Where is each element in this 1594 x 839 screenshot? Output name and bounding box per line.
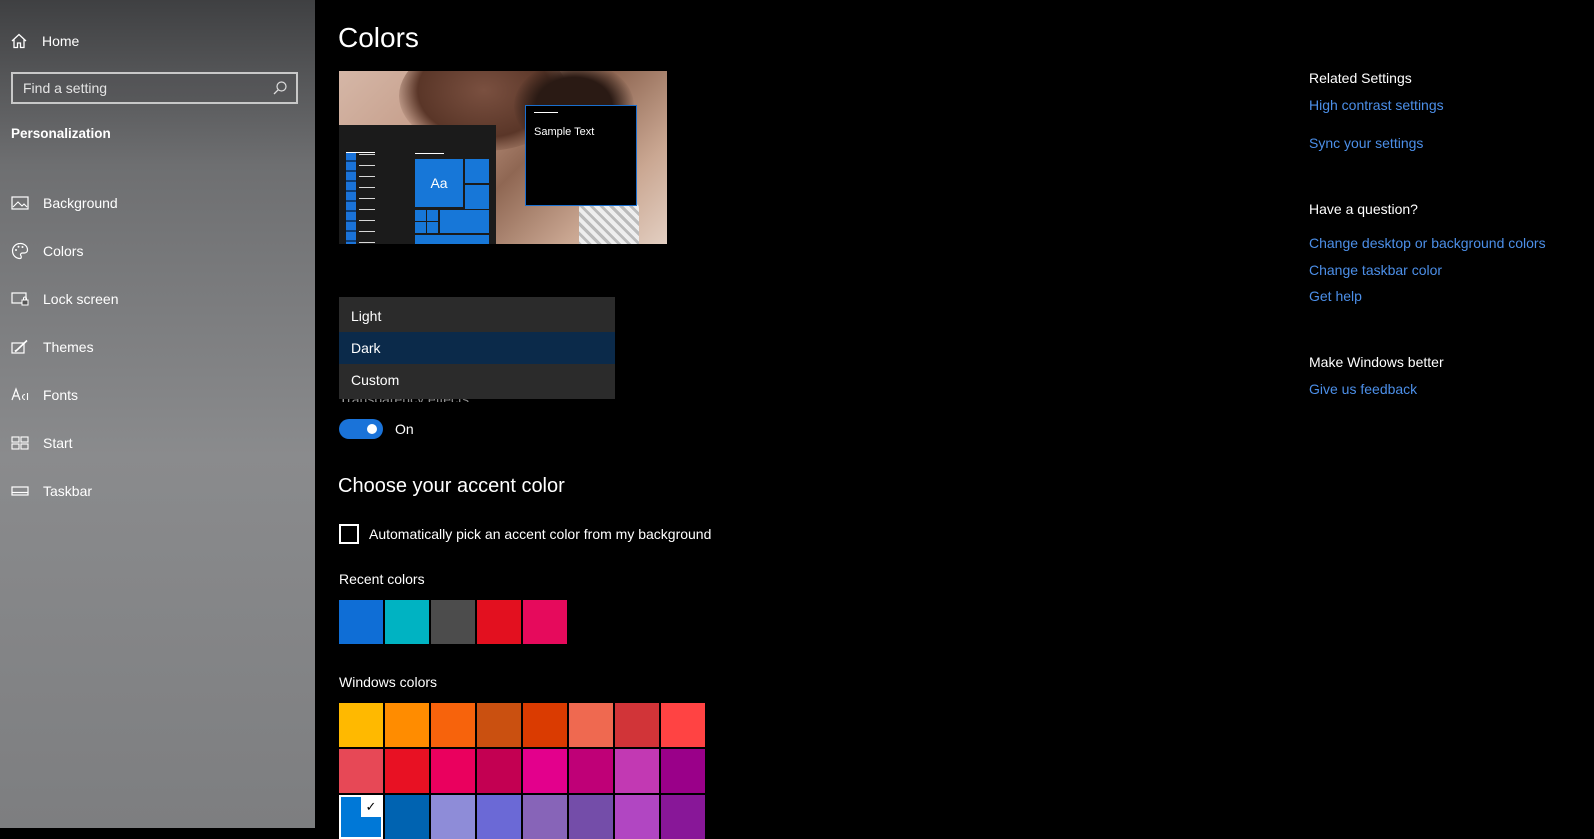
windows-color-swatch[interactable] [431, 795, 475, 839]
sidebar-item-label: Colors [43, 243, 84, 259]
windows-color-swatch[interactable] [569, 749, 613, 793]
recent-color-swatch[interactable] [523, 600, 567, 644]
sidebar-item-lock-screen[interactable]: Lock screen [0, 275, 315, 323]
windows-color-swatch[interactable] [523, 703, 567, 747]
sidebar-nav: Background Colors Lock screen Themes Fon… [0, 179, 315, 515]
section-title: Personalization [11, 126, 111, 141]
high-contrast-link[interactable]: High contrast settings [1309, 97, 1444, 113]
windows-color-swatch[interactable] [661, 703, 705, 747]
recent-color-swatch[interactable] [477, 600, 521, 644]
preview-start-menu: Aa [339, 125, 496, 244]
sidebar-item-themes[interactable]: Themes [0, 323, 315, 371]
start-icon [11, 434, 29, 452]
lock-screen-icon [11, 290, 29, 308]
windows-color-swatch[interactable] [615, 795, 659, 839]
theme-preview: Aa Sample Text [339, 71, 667, 244]
auto-pick-row[interactable]: Automatically pick an accent color from … [339, 524, 711, 544]
picture-icon [11, 194, 29, 212]
windows-color-swatch[interactable] [339, 703, 383, 747]
get-help-link[interactable]: Get help [1309, 288, 1362, 304]
windows-color-swatch[interactable] [339, 749, 383, 793]
sidebar-item-label: Background [43, 195, 118, 211]
sidebar-item-taskbar[interactable]: Taskbar [0, 467, 315, 515]
question-heading: Have a question? [1309, 201, 1418, 217]
palette-icon [11, 242, 29, 260]
preview-bar [346, 152, 375, 153]
sidebar-item-label: Fonts [43, 387, 79, 403]
preview-sample-text: Sample Text [534, 126, 595, 138]
sidebar-item-label: Start [43, 435, 73, 451]
accent-color-heading: Choose your accent color [338, 475, 565, 497]
windows-color-swatch[interactable] [661, 749, 705, 793]
checkmark-icon: ✓ [361, 797, 381, 817]
transparency-toggle[interactable] [339, 419, 383, 439]
preview-bar [415, 153, 444, 154]
sidebar-item-label: Taskbar [43, 483, 93, 499]
preview-bar [534, 112, 558, 113]
windows-color-swatch[interactable] [431, 749, 475, 793]
home-button[interactable]: Home [10, 30, 79, 52]
windows-color-swatch[interactable] [569, 795, 613, 839]
sidebar-item-label: Lock screen [43, 291, 119, 307]
dropdown-option-custom[interactable]: Custom [339, 364, 615, 396]
windows-color-swatch[interactable]: ✓ [339, 795, 383, 839]
page-title: Colors [338, 22, 419, 53]
feedback-heading: Make Windows better [1309, 354, 1444, 370]
toggle-state-label: On [395, 421, 414, 437]
sidebar: Home Personalization Background Colors L… [0, 0, 315, 828]
auto-pick-checkbox[interactable] [339, 524, 359, 544]
recent-color-swatch[interactable] [385, 600, 429, 644]
toggle-knob [367, 424, 377, 434]
recent-color-swatch[interactable] [339, 600, 383, 644]
font-icon [11, 386, 29, 404]
change-background-colors-link[interactable]: Change desktop or background colors [1309, 235, 1546, 251]
windows-color-swatch[interactable] [385, 703, 429, 747]
sidebar-item-fonts[interactable]: Fonts [0, 371, 315, 419]
windows-colors-label: Windows colors [339, 674, 438, 690]
transparency-toggle-row: On [339, 419, 414, 439]
auto-pick-label: Automatically pick an accent color from … [369, 526, 712, 542]
sync-settings-link[interactable]: Sync your settings [1309, 135, 1423, 151]
search-icon[interactable] [272, 80, 288, 96]
sidebar-item-colors[interactable]: Colors [0, 227, 315, 275]
windows-color-swatch[interactable] [385, 795, 429, 839]
recent-colors [339, 600, 569, 644]
preview-sample-window: Sample Text [525, 105, 637, 206]
dropdown-option-dark[interactable]: Dark [339, 332, 615, 364]
windows-color-swatch[interactable] [477, 795, 521, 839]
windows-color-swatch[interactable] [477, 703, 521, 747]
windows-color-swatch[interactable] [431, 703, 475, 747]
sidebar-item-background[interactable]: Background [0, 179, 315, 227]
sidebar-item-label: Themes [43, 339, 94, 355]
home-icon [10, 32, 28, 50]
brush-icon [11, 338, 29, 356]
change-taskbar-color-link[interactable]: Change taskbar color [1309, 262, 1442, 278]
preview-rail-lines [359, 154, 375, 244]
dropdown-option-light[interactable]: Light [339, 300, 615, 332]
windows-color-swatch[interactable] [661, 795, 705, 839]
search-box[interactable] [11, 72, 298, 104]
windows-color-swatch[interactable] [569, 703, 613, 747]
windows-color-swatch[interactable] [615, 703, 659, 747]
home-label: Home [42, 33, 80, 49]
windows-color-swatch[interactable] [523, 749, 567, 793]
sidebar-item-start[interactable]: Start [0, 419, 315, 467]
windows-color-swatch[interactable] [385, 749, 429, 793]
preview-rail [346, 152, 356, 244]
windows-color-swatch[interactable] [523, 795, 567, 839]
windows-color-swatch[interactable] [615, 749, 659, 793]
recent-color-swatch[interactable] [431, 600, 475, 644]
recent-colors-label: Recent colors [339, 571, 425, 587]
preview-tile: Aa [415, 159, 463, 207]
taskbar-icon [11, 482, 29, 500]
mode-dropdown-list[interactable]: Light Dark Custom [339, 297, 615, 399]
windows-color-swatch[interactable] [477, 749, 521, 793]
related-settings-heading: Related Settings [1309, 70, 1412, 86]
main-content: Colors Aa Sample Text Transparency effec… [315, 0, 1594, 839]
feedback-link[interactable]: Give us feedback [1309, 381, 1417, 397]
windows-colors-grid: ✓ [339, 703, 705, 839]
search-input[interactable] [13, 73, 272, 103]
